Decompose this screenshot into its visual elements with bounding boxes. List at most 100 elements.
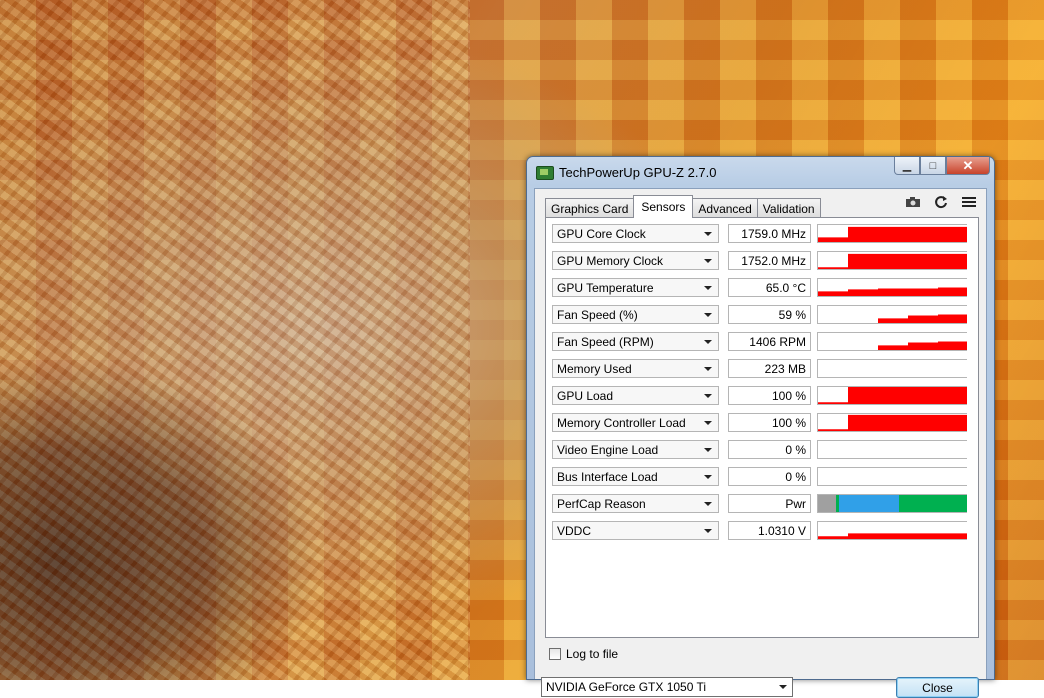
sensor-row: PerfCap Reason Pwr — [552, 494, 972, 515]
gpu-selector-value: NVIDIA GeForce GTX 1050 Ti — [546, 680, 707, 694]
sensor-label-dropdown[interactable]: Bus Interface Load — [552, 467, 719, 486]
graph-area — [818, 287, 967, 296]
close-button[interactable]: Close — [896, 677, 979, 698]
sensor-row: Video Engine Load 0 % — [552, 440, 972, 461]
sensor-row: Bus Interface Load 0 % — [552, 467, 972, 488]
sensor-value: 0 % — [728, 467, 811, 486]
tab-validation[interactable]: Validation — [756, 198, 821, 218]
sensor-row: Memory Used 223 MB — [552, 359, 972, 380]
graph-area — [878, 314, 967, 323]
sensor-label-dropdown[interactable]: Fan Speed (%) — [552, 305, 719, 324]
sensor-graph — [817, 494, 967, 513]
sensor-value: 59 % — [728, 305, 811, 324]
sensor-value: 65.0 °C — [728, 278, 811, 297]
chevron-down-icon — [704, 421, 712, 425]
sensor-value: 223 MB — [728, 359, 811, 378]
sensor-value: 1.0310 V — [728, 521, 811, 540]
chevron-down-icon — [704, 367, 712, 371]
sensor-graph — [817, 521, 967, 540]
chevron-down-icon — [704, 394, 712, 398]
log-to-file-label: Log to file — [566, 647, 619, 661]
camera-icon[interactable] — [904, 195, 922, 209]
sensor-row: GPU Core Clock 1759.0 MHz — [552, 224, 972, 245]
sensor-label-dropdown[interactable]: GPU Temperature — [552, 278, 719, 297]
graph-area — [878, 341, 967, 350]
sensor-label-dropdown[interactable]: GPU Load — [552, 386, 719, 405]
perfcap-segment — [899, 495, 967, 512]
graph-area — [818, 387, 967, 404]
tab-advanced[interactable]: Advanced — [692, 198, 758, 218]
sensor-label-dropdown[interactable]: GPU Core Clock — [552, 224, 719, 243]
graph-area — [818, 226, 967, 242]
sensor-label-dropdown[interactable]: Video Engine Load — [552, 440, 719, 459]
tab-sensors[interactable]: Sensors — [633, 195, 694, 218]
chevron-down-icon — [704, 313, 712, 317]
sensor-row: GPU Memory Clock 1752.0 MHz — [552, 251, 972, 272]
sensor-label-dropdown[interactable]: VDDC — [552, 521, 719, 540]
chevron-down-icon — [704, 448, 712, 452]
sensor-label: GPU Memory Clock — [557, 253, 664, 268]
sensor-label-dropdown[interactable]: Memory Controller Load — [552, 413, 719, 432]
sensor-value: 1759.0 MHz — [728, 224, 811, 243]
sensor-row: VDDC 1.0310 V — [552, 521, 972, 542]
sensor-graph — [817, 278, 967, 297]
close-window-button[interactable]: ✕ — [946, 157, 990, 175]
sensor-label: Video Engine Load — [557, 442, 659, 457]
sensor-value: 0 % — [728, 440, 811, 459]
maximize-button[interactable]: □ — [920, 157, 946, 175]
sensor-value: Pwr — [728, 494, 811, 513]
chevron-down-icon — [704, 475, 712, 479]
title-bar[interactable]: TechPowerUp GPU-Z 2.7.0 ▁ □ ✕ — [527, 157, 994, 187]
maximize-icon: □ — [929, 159, 937, 172]
sensor-value: 100 % — [728, 413, 811, 432]
sensor-graph — [817, 251, 967, 270]
chevron-down-icon — [704, 232, 712, 236]
perfcap-segment — [818, 495, 836, 512]
sensor-graph — [817, 413, 967, 432]
sensor-label-dropdown[interactable]: GPU Memory Clock — [552, 251, 719, 270]
sensor-graph — [817, 224, 967, 243]
tab-graphics-card[interactable]: Graphics Card — [545, 198, 635, 218]
gpu-selector[interactable]: NVIDIA GeForce GTX 1050 Ti — [541, 677, 793, 697]
minimize-icon: ▁ — [902, 160, 912, 172]
sensor-label: VDDC — [557, 523, 592, 538]
menu-icon[interactable] — [960, 195, 978, 209]
chevron-down-icon — [704, 529, 712, 533]
sensor-graph — [817, 386, 967, 405]
chevron-down-icon — [704, 340, 712, 344]
sensor-graph — [817, 467, 967, 486]
sensor-row: Fan Speed (RPM) 1406 RPM — [552, 332, 972, 353]
log-to-file-checkbox[interactable] — [549, 648, 561, 660]
sensor-graph — [817, 440, 967, 459]
app-icon — [536, 166, 554, 180]
sensor-value: 100 % — [728, 386, 811, 405]
minimize-button[interactable]: ▁ — [894, 157, 920, 175]
close-icon: ✕ — [962, 157, 974, 173]
sensor-label: PerfCap Reason — [557, 496, 646, 511]
sensor-row: GPU Temperature 65.0 °C — [552, 278, 972, 299]
sensor-label: Memory Controller Load — [557, 415, 686, 430]
gpuz-window: TechPowerUp GPU-Z 2.7.0 ▁ □ ✕ Graphics C… — [526, 156, 995, 698]
refresh-icon[interactable] — [932, 195, 950, 209]
sensors-panel: GPU Core Clock 1759.0 MHz GPU Memory Clock… — [545, 217, 979, 638]
sensor-row: Memory Controller Load 100 % — [552, 413, 972, 434]
graph-area — [818, 414, 967, 431]
sensor-label: Bus Interface Load — [557, 469, 658, 484]
chevron-down-icon — [704, 286, 712, 290]
chevron-down-icon — [704, 259, 712, 263]
client-area: Graphics Card Sensors Advanced Validatio… — [534, 188, 987, 698]
sensor-value: 1406 RPM — [728, 332, 811, 351]
window-title: TechPowerUp GPU-Z 2.7.0 — [559, 165, 717, 180]
sensor-graph — [817, 359, 967, 378]
sensor-label-dropdown[interactable]: Fan Speed (RPM) — [552, 332, 719, 351]
sensor-label-dropdown[interactable]: Memory Used — [552, 359, 719, 378]
sensor-label: GPU Temperature — [557, 280, 654, 295]
chevron-down-icon — [704, 502, 712, 506]
sensor-row: GPU Load 100 % — [552, 386, 972, 407]
perfcap-segment — [839, 495, 899, 512]
sensor-label-dropdown[interactable]: PerfCap Reason — [552, 494, 719, 513]
sensor-value: 1752.0 MHz — [728, 251, 811, 270]
sensor-row: Fan Speed (%) 59 % — [552, 305, 972, 326]
graph-area — [818, 533, 967, 539]
perfcap-segment — [836, 495, 839, 512]
